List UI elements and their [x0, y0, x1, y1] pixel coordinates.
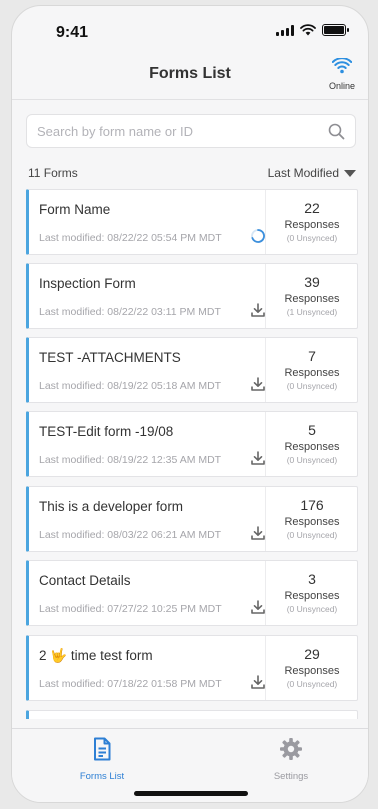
home-indicator: [134, 791, 248, 796]
search-input[interactable]: [27, 115, 317, 147]
responses-label: Responses: [284, 367, 340, 379]
responses-count: 29: [304, 646, 320, 662]
responses-count: 5: [308, 422, 316, 438]
unsynced-count: (0 Unsynced): [286, 455, 338, 465]
search-bar: [26, 114, 356, 148]
sort-label: Last Modified: [267, 166, 339, 180]
download-icon[interactable]: [250, 376, 266, 392]
responses-label: Responses: [284, 293, 340, 305]
wifi-status-icon: [300, 24, 316, 36]
responses-label: Responses: [284, 219, 340, 231]
responses-summary: 176 Responses (0 Unsynced): [265, 487, 358, 551]
form-card[interactable]: Inspection Form Last modified: 08/22/22 …: [26, 263, 358, 329]
form-name: TEST-Edit form -19/08: [39, 424, 174, 439]
caret-down-icon: [344, 169, 356, 177]
phone-screen: 9:41 Forms List Online Search by form na…: [11, 5, 369, 803]
battery-icon: [322, 24, 349, 36]
form-name: Form Name: [39, 202, 111, 217]
gear-icon: [280, 738, 302, 760]
form-name: Inspection Form: [39, 276, 136, 291]
unsynced-count: (0 Unsynced): [286, 679, 338, 689]
responses-label: Responses: [284, 441, 340, 453]
responses-label: Responses: [284, 665, 340, 677]
responses-summary: 29 Responses (0 Unsynced): [265, 636, 358, 700]
responses-summary: 39 Responses (1 Unsynced): [265, 264, 358, 328]
download-icon[interactable]: [250, 525, 266, 541]
responses-summary: 7 Responses (0 Unsynced): [265, 338, 358, 402]
tab-label: Settings: [273, 771, 309, 782]
form-name: 2 🤟 time test form: [39, 648, 153, 663]
responses-count: 176: [300, 497, 324, 513]
responses-summary: 5 Responses (0 Unsynced): [265, 412, 358, 476]
unsynced-count: (0 Unsynced): [286, 381, 338, 391]
tab-settings[interactable]: Settings: [241, 737, 341, 782]
page-title: Forms List: [149, 65, 231, 82]
unsynced-count: (0 Unsynced): [286, 233, 338, 243]
forms-list: Form Name Last modified: 08/22/22 05:54 …: [26, 189, 358, 719]
tab-label: Forms List: [79, 771, 125, 782]
responses-summary: 3 Responses (0 Unsynced): [265, 561, 358, 625]
download-icon[interactable]: [250, 302, 266, 318]
form-name: Contact Details: [39, 573, 131, 588]
form-last-modified: Last modified: 08/19/22 12:35 AM MDT: [39, 454, 222, 466]
sync-spinner-icon: [251, 229, 265, 243]
status-icons: [276, 24, 349, 36]
form-last-modified: Last modified: 08/03/22 06:21 AM MDT: [39, 529, 222, 541]
unsynced-count: (1 Unsynced): [286, 307, 338, 317]
form-last-modified: Last modified: 07/18/22 01:58 PM MDT: [39, 678, 222, 690]
status-bar: 9:41: [12, 6, 368, 54]
form-card[interactable]: This is a developer form Last modified: …: [26, 486, 358, 552]
online-indicator[interactable]: Online: [324, 57, 360, 91]
unsynced-count: (0 Unsynced): [286, 530, 338, 540]
cellular-signal-icon: [276, 24, 294, 36]
responses-label: Responses: [284, 590, 340, 602]
responses-count: 22: [304, 200, 320, 216]
form-last-modified: Last modified: 08/19/22 05:18 AM MDT: [39, 380, 222, 392]
form-card[interactable]: Form Name Last modified: 08/22/22 05:54 …: [26, 189, 358, 255]
tab-forms-list[interactable]: Forms List: [52, 737, 152, 782]
form-last-modified: Last modified: 08/22/22 03:11 PM MDT: [39, 306, 221, 318]
sort-dropdown[interactable]: Last Modified: [268, 166, 356, 180]
responses-summary: 22 Responses (0 Unsynced): [265, 190, 358, 254]
responses-count: 39: [304, 274, 320, 290]
responses-label: Responses: [284, 516, 340, 528]
nav-header: Forms List Online: [12, 54, 368, 100]
form-card[interactable]: Contact Details Last modified: 07/27/22 …: [26, 560, 358, 626]
document-icon: [94, 737, 111, 761]
form-name: This is a developer form: [39, 499, 184, 514]
search-icon[interactable]: [328, 123, 345, 140]
status-time: 9:41: [56, 24, 89, 41]
online-label: Online: [328, 81, 355, 91]
download-icon[interactable]: [250, 450, 266, 466]
download-icon[interactable]: [250, 674, 266, 690]
form-name: TEST -ATTACHMENTS: [39, 350, 181, 365]
download-icon[interactable]: [250, 599, 266, 615]
form-last-modified: Last modified: 07/27/22 10:25 PM MDT: [39, 603, 222, 615]
list-toolbar: 11 Forms Last Modified: [28, 164, 356, 182]
form-card[interactable]: TEST-Edit form -19/08 Last modified: 08/…: [26, 411, 358, 477]
responses-count: 3: [308, 571, 316, 587]
form-card[interactable]: TEST -ATTACHMENTS Last modified: 08/19/2…: [26, 337, 358, 403]
form-card[interactable]: 2 🤟 time test form Last modified: 07/18/…: [26, 635, 358, 701]
tab-bar: Forms List Settings: [12, 728, 368, 802]
form-last-modified: Last modified: 08/22/22 05:54 PM MDT: [39, 232, 222, 244]
unsynced-count: (0 Unsynced): [286, 604, 338, 614]
forms-count: 11 Forms: [28, 166, 78, 180]
wifi-online-icon: [331, 57, 353, 74]
responses-count: 7: [308, 348, 316, 364]
form-card-partial[interactable]: [26, 710, 358, 719]
